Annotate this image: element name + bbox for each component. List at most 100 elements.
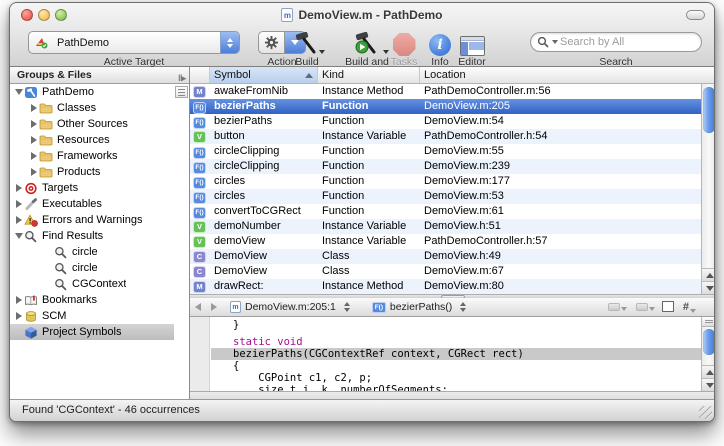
sidebar-item-products[interactable]: Products: [10, 164, 174, 180]
symbol-kind-badge: F(): [193, 192, 206, 204]
main-pane: Symbol Kind Location MawakeFromNibInstan…: [190, 67, 715, 401]
table-row[interactable]: MdrawRect:Instance MethodDemoView.m:80: [190, 279, 701, 294]
build-button[interactable]: [285, 28, 329, 56]
splitter-icon[interactable]: ‖▸: [178, 70, 185, 86]
symbol-kind-badge: F(): [193, 207, 206, 219]
sidebar-item-scm[interactable]: SCM: [10, 308, 174, 324]
file-history-popup[interactable]: m DemoView.m:205:1: [230, 301, 350, 313]
symbol-popup[interactable]: F() bezierPaths(): [372, 301, 466, 313]
table-row[interactable]: VdemoViewInstance VariablePathDemoContro…: [190, 234, 701, 249]
column-header-icon[interactable]: [190, 67, 210, 83]
nav-forward-button[interactable]: [211, 303, 217, 311]
sidebar-item-resources[interactable]: Resources: [10, 132, 174, 148]
sidebar-item-frameworks[interactable]: Frameworks: [10, 148, 174, 164]
sidebar-item-classes[interactable]: Classes: [10, 100, 174, 116]
sidebar-item-bookmarks[interactable]: Bookmarks: [10, 292, 174, 308]
sidebar-scroll-menu-icon[interactable]: [175, 86, 188, 98]
sidebar-item-executables[interactable]: Executables: [10, 196, 174, 212]
disclosure-triangle[interactable]: [14, 312, 24, 320]
location-cell: PathDemoController.h:54: [420, 129, 701, 144]
sidebar-item-other-sources[interactable]: Other Sources: [10, 116, 174, 132]
disclosure-triangle[interactable]: [29, 136, 39, 144]
search-input[interactable]: [560, 36, 702, 48]
editor-split-widget[interactable]: [701, 317, 715, 327]
resize-grip[interactable]: [699, 406, 712, 419]
symbol-kind-badge: V: [193, 131, 206, 143]
bookmarks-menu-icon[interactable]: [608, 303, 627, 311]
location-cell: DemoView.m:239: [420, 159, 701, 174]
sidebar-item-errors-and-warnings[interactable]: Errors and Warnings: [10, 212, 174, 228]
code-editor[interactable]: }static voidbezierPaths(CGContextRef con…: [190, 317, 715, 391]
table-row[interactable]: MawakeFromNibInstance MethodPathDemoCont…: [190, 84, 701, 99]
disclosure-triangle[interactable]: [14, 296, 24, 304]
search-scope-arrow[interactable]: [552, 40, 558, 44]
symbol-cell: convertToCGRect: [210, 204, 318, 219]
disclosure-triangle[interactable]: [29, 168, 39, 176]
table-row[interactable]: F()convertToCGRectFunctionDemoView.m:61: [190, 204, 701, 219]
code-scrollbar-thumb[interactable]: [703, 329, 715, 355]
build-dropdown-arrow: [319, 50, 325, 54]
active-target-popup[interactable]: PathDemo: [28, 31, 240, 54]
table-row[interactable]: F()circlesFunctionDemoView.m:53: [190, 189, 701, 204]
table-row[interactable]: F()bezierPathsFunctionDemoView.m:205: [190, 99, 701, 114]
title-bar[interactable]: m DemoView.m - PathDemo: [10, 3, 714, 27]
sidebar-item-label: Resources: [57, 134, 110, 146]
window-title: DemoView.m - PathDemo: [298, 8, 442, 22]
table-row[interactable]: F()circlesFunctionDemoView.m:177: [190, 174, 701, 189]
search-icon[interactable]: [537, 36, 550, 49]
disclosure-triangle[interactable]: [14, 184, 24, 192]
disclosure-triangle[interactable]: [14, 200, 24, 208]
sidebar-item-find-results[interactable]: Find Results: [10, 228, 174, 244]
table-row[interactable]: F()circleClippingFunctionDemoView.m:239: [190, 159, 701, 174]
editor-button[interactable]: [450, 28, 494, 56]
breakpoints-menu-icon[interactable]: [636, 303, 655, 311]
toolbar-toggle-pill[interactable]: [686, 10, 705, 20]
sidebar-item-targets[interactable]: Targets: [10, 180, 174, 196]
book-icon: [24, 294, 38, 307]
popup-stepper[interactable]: [220, 32, 239, 53]
disclosure-triangle[interactable]: [29, 104, 39, 112]
table-row[interactable]: CDemoViewClassDemoView.m:67: [190, 264, 701, 279]
table-scroll-down-button[interactable]: [702, 281, 715, 294]
gear-icon[interactable]: [258, 31, 285, 54]
sidebar-item-project-symbols[interactable]: Project Symbols: [10, 324, 174, 340]
scm-icon: [24, 310, 38, 323]
symbol-cell: drawRect:: [210, 279, 318, 294]
disclosure-triangle[interactable]: [29, 152, 39, 160]
code-scroll-up-button[interactable]: [702, 365, 715, 378]
code-scrollbar[interactable]: [701, 327, 715, 391]
table-row[interactable]: F()bezierPathsFunctionDemoView.m:54: [190, 114, 701, 129]
sidebar-item-label: Project Symbols: [42, 326, 121, 338]
disclosure-triangle[interactable]: [14, 216, 24, 224]
counterpart-icon[interactable]: [664, 303, 674, 312]
disclosure-triangle[interactable]: [14, 233, 24, 239]
sidebar-header[interactable]: Groups & Files ‖▸: [10, 67, 189, 84]
table-row[interactable]: VbuttonInstance VariablePathDemoControll…: [190, 129, 701, 144]
sidebar-item-pathdemo[interactable]: PathDemo: [10, 84, 174, 100]
sidebar-item-cgcontext[interactable]: CGContext: [10, 276, 174, 292]
column-header-symbol[interactable]: Symbol: [210, 67, 318, 83]
kind-cell: Instance Variable: [318, 234, 420, 249]
sidebar-item-circle[interactable]: circle: [10, 260, 174, 276]
column-header-location[interactable]: Location: [420, 67, 715, 83]
sidebar-item-circle[interactable]: circle: [10, 244, 174, 260]
table-scrollbar-thumb[interactable]: [703, 87, 715, 133]
symbol-cell: bezierPaths: [210, 114, 318, 129]
line-number-menu-icon[interactable]: #: [683, 301, 696, 313]
nav-back-button[interactable]: [195, 303, 201, 311]
disclosure-triangle[interactable]: [29, 120, 39, 128]
sidebar-item-label: Other Sources: [57, 118, 128, 130]
column-header-kind[interactable]: Kind: [318, 67, 420, 83]
disclosure-triangle[interactable]: [14, 89, 24, 95]
code-line-current: bezierPaths(CGContextRef context, CGRect…: [211, 348, 701, 360]
sidebar-item-label: SCM: [42, 310, 66, 322]
table-row[interactable]: VdemoNumberInstance VariableDemoView.h:5…: [190, 219, 701, 234]
location-cell: DemoView.h:51: [420, 219, 701, 234]
code-scroll-down-button[interactable]: [702, 378, 715, 391]
table-scroll-up-button[interactable]: [702, 268, 715, 281]
table-row[interactable]: F()circleClippingFunctionDemoView.m:55: [190, 144, 701, 159]
search-field[interactable]: [530, 32, 702, 52]
table-row[interactable]: CDemoViewClassDemoView.h:49: [190, 249, 701, 264]
table-scrollbar[interactable]: [701, 84, 715, 294]
symbol-kind-badge: V: [193, 221, 206, 233]
